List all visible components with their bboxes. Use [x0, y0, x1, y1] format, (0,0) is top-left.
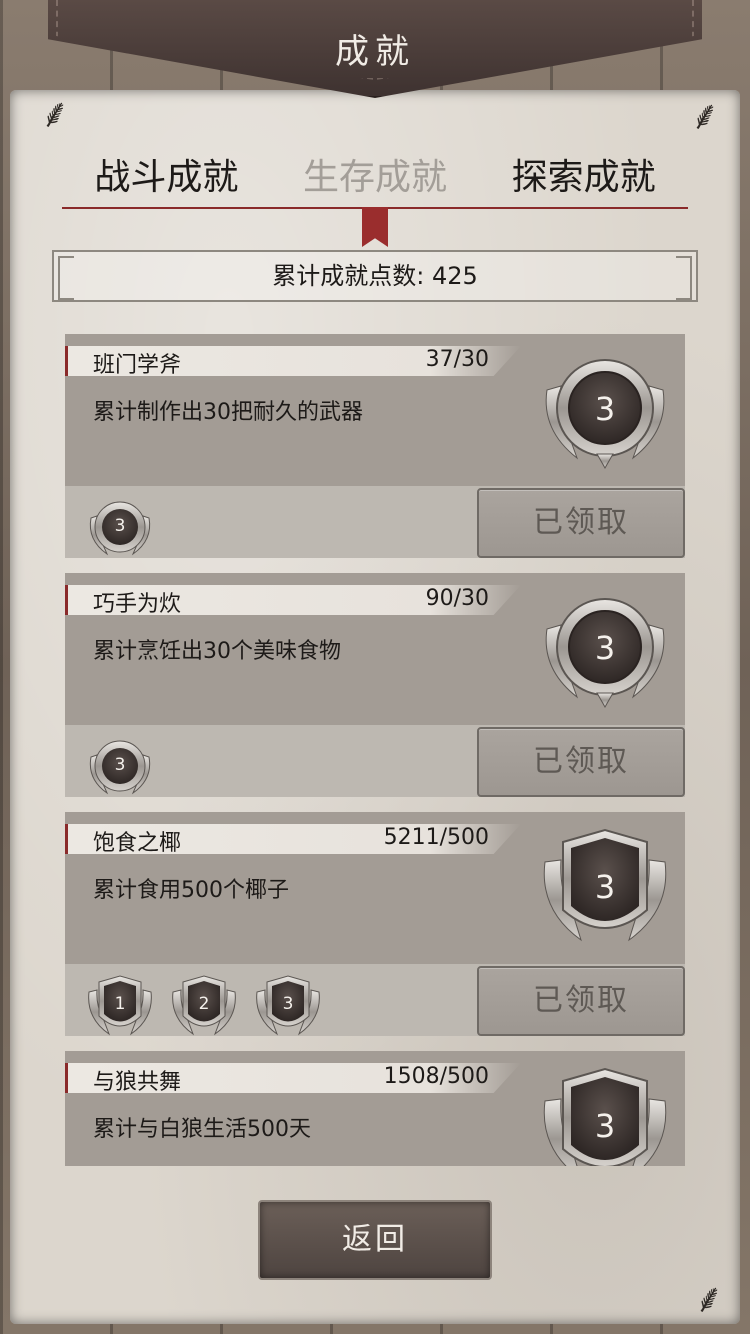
- achievement-progress: 5211/500: [383, 825, 489, 850]
- achievement-description: 累计与白狼生活500天: [93, 1117, 311, 1142]
- claimed-button[interactable]: 已领取: [477, 488, 685, 558]
- achievement-card: 饱食之椰 5211/500 累计食用500个椰子 3 1 2 3 已领取: [65, 812, 685, 1036]
- achievement-description: 累计制作出30把耐久的武器: [93, 400, 363, 425]
- small-round-medal-icon: 3: [85, 735, 155, 799]
- tab-bar: 战斗成就 生存成就 探索成就: [62, 150, 688, 210]
- achievement-description: 累计烹饪出30个美味食物: [93, 639, 341, 664]
- small-round-medal-icon: 3: [85, 496, 155, 560]
- branch-decoration-icon: ⸙: [694, 1276, 724, 1322]
- achievement-name: 饱食之椰: [93, 831, 182, 856]
- small-shield-medal-icon: 3: [253, 974, 323, 1038]
- claimed-button[interactable]: 已领取: [477, 966, 685, 1036]
- achievement-progress: 1508/500: [383, 1064, 489, 1089]
- round-medal-icon: 3: [537, 350, 673, 470]
- branch-decoration-icon: ⸙: [40, 91, 70, 137]
- branch-decoration-icon: ⸙: [690, 93, 720, 139]
- claimed-button[interactable]: 已领取: [477, 727, 685, 797]
- tab-explore[interactable]: 探索成就: [479, 150, 688, 210]
- shield-medal-icon: 3: [537, 828, 673, 948]
- back-button[interactable]: 返回: [258, 1200, 492, 1280]
- tab-combat[interactable]: 战斗成就: [62, 150, 271, 210]
- achievement-name: 与狼共舞: [93, 1070, 182, 1095]
- page-title: 成就: [335, 32, 415, 72]
- round-medal-icon: 3: [537, 589, 673, 709]
- achievement-name: 班门学斧: [93, 353, 182, 378]
- achievement-name: 巧手为炊: [93, 592, 182, 617]
- small-shield-medal-icon: 1: [85, 974, 155, 1038]
- achievement-progress: 90/30: [425, 586, 489, 611]
- achievement-card: 班门学斧 37/30 累计制作出30把耐久的武器 3 3 已领取: [65, 334, 685, 558]
- achievement-card: 与狼共舞 1508/500 累计与白狼生活500天 3: [65, 1051, 685, 1166]
- small-shield-medal-icon: 2: [169, 974, 239, 1038]
- tab-survival[interactable]: 生存成就: [271, 150, 480, 210]
- achievement-card: 巧手为炊 90/30 累计烹饪出30个美味食物 3 3 已领取: [65, 573, 685, 797]
- achievement-points-bar: 累计成就点数: 425: [52, 250, 698, 302]
- achievement-progress: 37/30: [425, 347, 489, 372]
- achievement-description: 累计食用500个椰子: [93, 878, 289, 903]
- shield-medal-icon: 3: [537, 1067, 673, 1166]
